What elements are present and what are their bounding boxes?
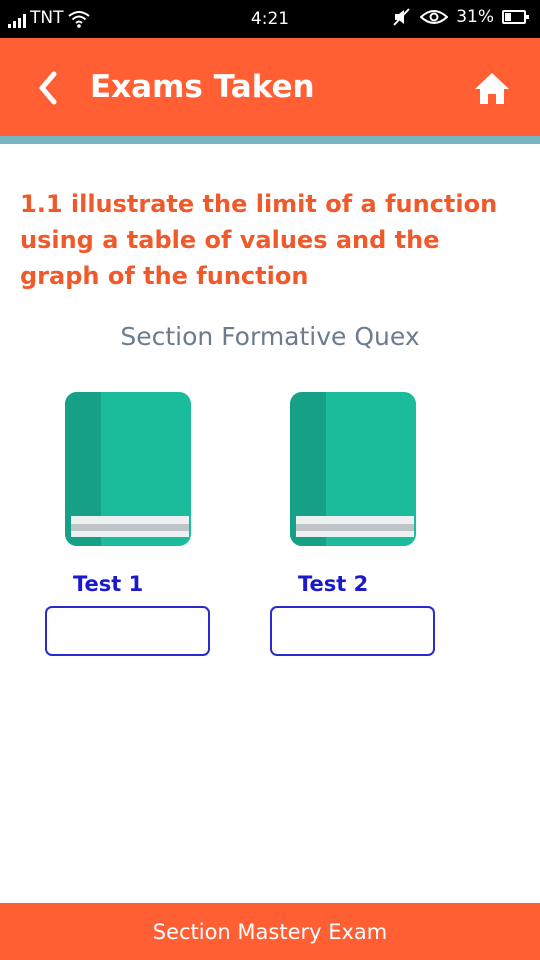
app-header: Exams Taken [0, 38, 540, 136]
chevron-left-icon [39, 71, 57, 105]
test-card-1[interactable]: Test 1 [43, 392, 213, 662]
home-button[interactable] [472, 68, 512, 108]
score-box [45, 606, 210, 656]
eye-icon [420, 10, 449, 24]
back-button[interactable] [32, 66, 72, 110]
lesson-title: 1.1 illustrate the limit of a function u… [20, 190, 498, 290]
battery-icon [502, 10, 529, 24]
section-mastery-exam-button[interactable]: Section Mastery Exam [0, 903, 540, 960]
test-label: Test 1 [73, 572, 144, 596]
section-heading: Section Formative Quex [120, 322, 420, 351]
book-icon[interactable] [65, 392, 191, 548]
home-icon [475, 73, 509, 104]
book-icon[interactable] [290, 392, 416, 548]
footer-label: Section Mastery Exam [152, 919, 388, 944]
status-bar: TNT 4:21 31% [0, 0, 540, 38]
page-title: Exams Taken [90, 69, 315, 105]
battery-percent: 31% [456, 7, 494, 27]
status-right: 31% [392, 7, 529, 27]
test-label: Test 2 [298, 572, 369, 596]
test-card-2[interactable]: Test 2 [268, 392, 438, 662]
score-box [270, 606, 435, 656]
header-divider [0, 136, 540, 144]
mute-icon [393, 8, 410, 26]
